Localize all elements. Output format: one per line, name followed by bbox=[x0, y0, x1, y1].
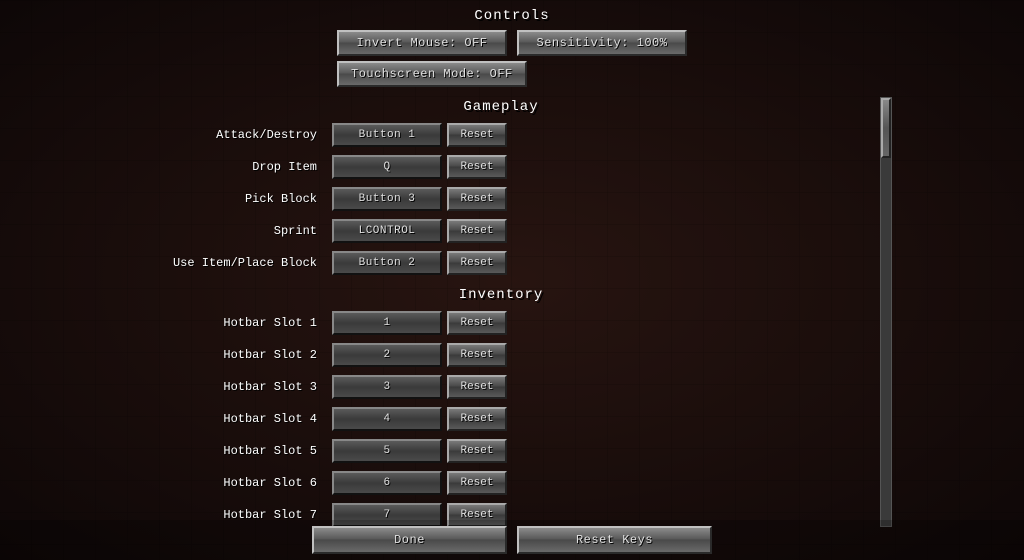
binding-reset-slot6[interactable]: Reset bbox=[447, 471, 507, 495]
binding-label-sprint: Sprint bbox=[132, 224, 332, 238]
binding-reset-slot2[interactable]: Reset bbox=[447, 343, 507, 367]
binding-reset-slot4[interactable]: Reset bbox=[447, 407, 507, 431]
binding-key-drop[interactable]: Q bbox=[332, 155, 442, 179]
binding-label-use: Use Item/Place Block bbox=[132, 256, 332, 270]
binding-label-slot1: Hotbar Slot 1 bbox=[132, 316, 332, 330]
binding-row-slot1: Hotbar Slot 1 1 Reset bbox=[132, 309, 870, 337]
binding-key-pick[interactable]: Button 3 bbox=[332, 187, 442, 211]
invert-mouse-button[interactable]: Invert Mouse: OFF bbox=[337, 30, 507, 56]
binding-row-pick: Pick Block Button 3 Reset bbox=[132, 185, 870, 213]
main-container: Controls Invert Mouse: OFF Sensitivity: … bbox=[0, 0, 1024, 560]
inventory-section: Inventory Hotbar Slot 1 1 Reset Hotbar S… bbox=[132, 285, 870, 527]
binding-row-drop: Drop Item Q Reset bbox=[132, 153, 870, 181]
binding-reset-slot5[interactable]: Reset bbox=[447, 439, 507, 463]
binding-reset-drop[interactable]: Reset bbox=[447, 155, 507, 179]
binding-key-slot4[interactable]: 4 bbox=[332, 407, 442, 431]
touchscreen-button[interactable]: Touchscreen Mode: OFF bbox=[337, 61, 527, 87]
scrollbar[interactable] bbox=[880, 97, 892, 527]
binding-key-slot1[interactable]: 1 bbox=[332, 311, 442, 335]
binding-reset-pick[interactable]: Reset bbox=[447, 187, 507, 211]
binding-key-attack[interactable]: Button 1 bbox=[332, 123, 442, 147]
binding-label-slot2: Hotbar Slot 2 bbox=[132, 348, 332, 362]
binding-reset-use[interactable]: Reset bbox=[447, 251, 507, 275]
controls-title: Controls bbox=[474, 8, 549, 24]
content-area: Gameplay Attack/Destroy Button 1 Reset D… bbox=[132, 97, 892, 527]
scrollbar-thumb[interactable] bbox=[881, 98, 891, 158]
binding-key-slot5[interactable]: 5 bbox=[332, 439, 442, 463]
gameplay-title: Gameplay bbox=[463, 99, 538, 115]
binding-row-sprint: Sprint LCONTROL Reset bbox=[132, 217, 870, 245]
top-buttons-row: Invert Mouse: OFF Sensitivity: 100% bbox=[337, 30, 687, 56]
binding-row-slot2: Hotbar Slot 2 2 Reset bbox=[132, 341, 870, 369]
binding-row-slot5: Hotbar Slot 5 5 Reset bbox=[132, 437, 870, 465]
top-controls: Invert Mouse: OFF Sensitivity: 100% Touc… bbox=[337, 30, 687, 87]
binding-key-use[interactable]: Button 2 bbox=[332, 251, 442, 275]
bottom-bar: Done Reset Keys bbox=[0, 520, 1024, 560]
inventory-title: Inventory bbox=[459, 287, 544, 303]
binding-key-slot2[interactable]: 2 bbox=[332, 343, 442, 367]
binding-label-slot4: Hotbar Slot 4 bbox=[132, 412, 332, 426]
binding-reset-slot3[interactable]: Reset bbox=[447, 375, 507, 399]
binding-label-attack: Attack/Destroy bbox=[132, 128, 332, 142]
binding-row-use: Use Item/Place Block Button 2 Reset bbox=[132, 249, 870, 277]
binding-key-slot3[interactable]: 3 bbox=[332, 375, 442, 399]
done-button[interactable]: Done bbox=[312, 526, 507, 554]
binding-row-slot4: Hotbar Slot 4 4 Reset bbox=[132, 405, 870, 433]
binding-reset-sprint[interactable]: Reset bbox=[447, 219, 507, 243]
binding-label-slot3: Hotbar Slot 3 bbox=[132, 380, 332, 394]
binding-row-attack: Attack/Destroy Button 1 Reset bbox=[132, 121, 870, 149]
binding-key-sprint[interactable]: LCONTROL bbox=[332, 219, 442, 243]
binding-label-drop: Drop Item bbox=[132, 160, 332, 174]
binding-label-slot6: Hotbar Slot 6 bbox=[132, 476, 332, 490]
binding-label-pick: Pick Block bbox=[132, 192, 332, 206]
sensitivity-button[interactable]: Sensitivity: 100% bbox=[517, 30, 687, 56]
binding-row-slot3: Hotbar Slot 3 3 Reset bbox=[132, 373, 870, 401]
gameplay-section: Gameplay Attack/Destroy Button 1 Reset D… bbox=[132, 97, 870, 277]
binding-label-slot5: Hotbar Slot 5 bbox=[132, 444, 332, 458]
scrollable-content: Gameplay Attack/Destroy Button 1 Reset D… bbox=[132, 97, 880, 527]
reset-keys-button[interactable]: Reset Keys bbox=[517, 526, 712, 554]
binding-reset-slot1[interactable]: Reset bbox=[447, 311, 507, 335]
binding-key-slot6[interactable]: 6 bbox=[332, 471, 442, 495]
binding-reset-attack[interactable]: Reset bbox=[447, 123, 507, 147]
binding-row-slot6: Hotbar Slot 6 6 Reset bbox=[132, 469, 870, 497]
